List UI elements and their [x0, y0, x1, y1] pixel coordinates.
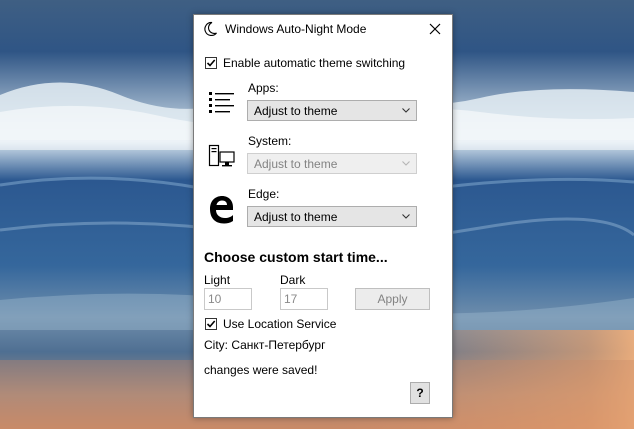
chevron-down-icon [402, 161, 410, 166]
enable-switching-row[interactable]: Enable automatic theme switching [205, 56, 405, 70]
edge-theme-select[interactable]: Adjust to theme [247, 206, 417, 227]
apps-label: Apps: [248, 81, 279, 95]
chevron-down-icon [402, 108, 410, 113]
title-bar: Windows Auto-Night Mode [194, 15, 452, 44]
edge-label: Edge: [248, 187, 280, 201]
location-service-row[interactable]: Use Location Service [205, 317, 336, 331]
system-label: System: [248, 134, 292, 148]
enable-switching-label: Enable automatic theme switching [223, 56, 406, 70]
enable-switching-checkbox[interactable] [205, 57, 217, 69]
moon-icon [204, 21, 217, 37]
app-window: Windows Auto-Night Mode Enable automatic… [193, 14, 453, 418]
computer-icon [208, 144, 235, 167]
apps-theme-select[interactable]: Adjust to theme [247, 100, 417, 121]
edge-theme-value: Adjust to theme [254, 210, 338, 224]
status-text: changes were saved! [204, 363, 318, 377]
apply-button[interactable]: Apply [355, 288, 430, 310]
location-service-label: Use Location Service [223, 317, 337, 331]
system-theme-value: Adjust to theme [254, 157, 338, 171]
dark-label: Dark [280, 273, 306, 287]
close-button[interactable] [418, 15, 452, 44]
close-icon [429, 23, 441, 35]
list-icon [209, 92, 234, 113]
edge-logo-icon [210, 196, 233, 224]
system-theme-select[interactable]: Adjust to theme [247, 153, 417, 174]
chevron-down-icon [402, 214, 410, 219]
city-text: City: Санкт-Петербург [204, 338, 326, 352]
light-label: Light [204, 273, 231, 287]
apps-theme-value: Adjust to theme [254, 104, 338, 118]
dark-time-input[interactable] [280, 288, 328, 310]
custom-time-heading: Choose custom start time... [204, 249, 388, 265]
checkmark-icon [206, 320, 216, 328]
help-button[interactable]: ? [410, 382, 430, 404]
location-service-checkbox[interactable] [205, 318, 217, 330]
checkmark-icon [206, 59, 216, 67]
window-title: Windows Auto-Night Mode [225, 22, 367, 36]
light-time-input[interactable] [204, 288, 252, 310]
